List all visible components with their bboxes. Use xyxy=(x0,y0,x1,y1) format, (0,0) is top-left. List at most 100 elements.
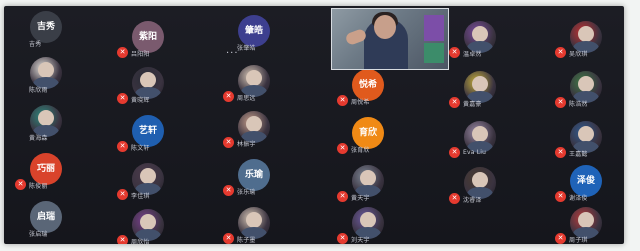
participant-name: 李佳琪 xyxy=(131,193,150,200)
participant-name: 张肇皓 xyxy=(237,45,256,52)
participant-tile[interactable]: 黄海森 xyxy=(12,102,116,149)
active-speaker-video[interactable] xyxy=(331,8,449,70)
participant-tile[interactable]: ✕ 周子琪 xyxy=(552,204,624,244)
participant-name: 黄嘉豪 xyxy=(463,101,482,108)
participant-column: 肇皓 张肇皓 ✕ 周思远 ✕ 林振宇 乐瑜 ✕ 张乐瑜 ✕ 陈子墨 xyxy=(220,6,324,244)
participant-name: 黄晓辉 xyxy=(131,97,150,104)
avatar-face-shape xyxy=(38,110,54,126)
participant-name: 谢泽俊 xyxy=(569,195,588,202)
participant-tile[interactable]: 泽俊 ✕ 谢泽俊 xyxy=(552,162,624,209)
participant-tile[interactable]: ✕ 黄嘉豪 xyxy=(446,68,550,115)
participant-tile[interactable]: ✕ 李佳琪 xyxy=(114,160,218,207)
participant-tile[interactable]: 巧丽 ✕ 陈俊丽 xyxy=(12,150,116,197)
mic-muted-icon: ✕ xyxy=(449,147,460,158)
participant-tile[interactable]: ✕ 刘天宇 xyxy=(334,204,438,244)
video-background-poster xyxy=(424,43,444,63)
mic-muted-icon: ✕ xyxy=(223,185,234,196)
avatar-face-shape xyxy=(578,76,594,92)
participant-column: ✕ 温卓然 ✕ 黄嘉豪 ✕ Eva Liu ✕ 沈睿泽 xyxy=(446,6,550,244)
participant-name: 陈子墨 xyxy=(237,237,256,244)
avatar-face-shape xyxy=(360,212,376,228)
avatar-face-shape xyxy=(246,212,262,228)
participant-name: 吴欣琪 xyxy=(569,51,588,58)
participant-tile[interactable]: ✕ 王嘉懿 xyxy=(552,118,624,165)
participant-name: 周悦希 xyxy=(351,99,370,106)
participant-tile[interactable]: 吉秀 吉秀 xyxy=(12,8,116,55)
participant-tile[interactable]: 陈欣雨 xyxy=(12,54,116,101)
mic-muted-icon: ✕ xyxy=(223,91,234,102)
participant-name: 周子琪 xyxy=(569,237,588,244)
participant-name: 温卓然 xyxy=(463,51,482,58)
mic-muted-icon: ✕ xyxy=(337,95,348,106)
avatar-face-shape xyxy=(578,212,594,228)
meeting-screen: 吉秀 吉秀 陈欣雨 黄海森 巧丽 ✕ 陈俊丽 启瑞 张启瑞 紫阳 ✕ 吕阳阳 ✕ 黄晓辉 艺轩 ✕ 陈文轩 ✕ 李佳… xyxy=(4,6,624,244)
participant-column: 紫阳 ✕ 吕阳阳 ✕ 黄晓辉 艺轩 ✕ 陈文轩 ✕ 李佳琪 ✕ 周欣怡 xyxy=(114,6,218,244)
mic-muted-icon: ✕ xyxy=(555,191,566,202)
mic-muted-icon: ✕ xyxy=(223,233,234,244)
participant-tile[interactable]: 悦希 ✕ 周悦希 xyxy=(334,66,438,113)
participant-column: ✕ 吴欣琪 ✕ 陈浩然 ✕ 王嘉懿 泽俊 ✕ 谢泽俊 ✕ 周子琪 xyxy=(552,6,624,244)
mic-muted-icon: ✕ xyxy=(117,141,128,152)
avatar-face-shape xyxy=(360,170,376,186)
avatar-face-shape xyxy=(578,126,594,142)
participant-name: 张乐瑜 xyxy=(237,189,256,196)
participant-tile[interactable]: 启瑞 张启瑞 xyxy=(12,198,116,244)
avatar-face-shape xyxy=(472,172,488,188)
participant-tile[interactable]: ✕ 沈睿泽 xyxy=(446,164,550,211)
mic-muted-icon: ✕ xyxy=(555,147,566,158)
mic-muted-icon: ✕ xyxy=(555,233,566,244)
participant-tile[interactable]: 育欣 ✕ 张育欣 xyxy=(334,114,438,161)
participant-name: 林振宇 xyxy=(237,141,256,148)
mic-muted-icon: ✕ xyxy=(337,143,348,154)
avatar-face-shape xyxy=(472,26,488,42)
participant-name: 陈文轩 xyxy=(131,145,150,152)
participant-tile[interactable]: ✕ Eva Liu xyxy=(446,118,550,165)
avatar-face-shape xyxy=(246,70,262,86)
mic-muted-icon: ✕ xyxy=(555,47,566,58)
video-background-poster xyxy=(424,15,444,41)
participant-name: 吕阳阳 xyxy=(131,51,150,58)
participant-name: 周欣怡 xyxy=(131,239,150,244)
avatar-face-shape xyxy=(472,76,488,92)
participant-name: 黄天宇 xyxy=(351,195,370,202)
participant-name: 陈欣雨 xyxy=(29,87,48,94)
participant-tile[interactable]: ✕ 黄天宇 xyxy=(334,162,438,209)
participant-tile[interactable]: ✕ 陈子墨 xyxy=(220,204,324,244)
speaker-face xyxy=(374,15,396,39)
participant-tile[interactable]: ✕ 黄晓辉 xyxy=(114,64,218,111)
participant-tile[interactable]: ✕ 林振宇 xyxy=(220,108,324,155)
mic-muted-icon: ✕ xyxy=(555,97,566,108)
mic-muted-icon: ✕ xyxy=(337,233,348,244)
participant-tile[interactable]: ✕ 吴欣琪 xyxy=(552,18,624,65)
mic-muted-icon: ✕ xyxy=(449,47,460,58)
mic-muted-icon: ✕ xyxy=(117,47,128,58)
avatar-face-shape xyxy=(246,116,262,132)
participant-name: 吉秀 xyxy=(29,41,42,48)
avatar-face-shape xyxy=(578,26,594,42)
participant-tile[interactable]: 紫阳 ✕ 吕阳阳 xyxy=(114,18,218,65)
mic-muted-icon: ✕ xyxy=(117,93,128,104)
avatar-face-shape xyxy=(140,72,156,88)
participant-name: 张启瑞 xyxy=(29,231,48,238)
participant-tile[interactable]: ✕ 陈浩然 xyxy=(552,68,624,115)
mic-muted-icon: ✕ xyxy=(223,137,234,148)
participant-tile[interactable]: 艺轩 ✕ 陈文轩 xyxy=(114,112,218,159)
participant-tile[interactable]: ✕ 温卓然 xyxy=(446,18,550,65)
participant-name: 沈睿泽 xyxy=(463,197,482,204)
mic-muted-icon: ✕ xyxy=(117,189,128,200)
participant-name: 周思远 xyxy=(237,95,256,102)
mic-muted-icon: ✕ xyxy=(449,193,460,204)
more-options-icon[interactable]: ··· xyxy=(226,48,239,59)
avatar-face-shape xyxy=(140,214,156,230)
mic-muted-icon: ✕ xyxy=(15,179,26,190)
participant-tile[interactable]: 乐瑜 ✕ 张乐瑜 xyxy=(220,156,324,203)
mic-muted-icon: ✕ xyxy=(337,191,348,202)
participant-tile[interactable]: ✕ 周欣怡 xyxy=(114,206,218,244)
mic-muted-icon: ✕ xyxy=(117,235,128,244)
participant-name: 黄海森 xyxy=(29,135,48,142)
participant-tile[interactable]: ✕ 周思远 xyxy=(220,62,324,109)
participant-name: 陈俊丽 xyxy=(29,183,48,190)
avatar-face-shape xyxy=(472,126,488,142)
participant-column: 吉秀 吉秀陈欣雨黄海森巧丽 ✕ 陈俊丽 启瑞 张启瑞 xyxy=(12,6,116,244)
participant-name: 陈浩然 xyxy=(569,101,588,108)
